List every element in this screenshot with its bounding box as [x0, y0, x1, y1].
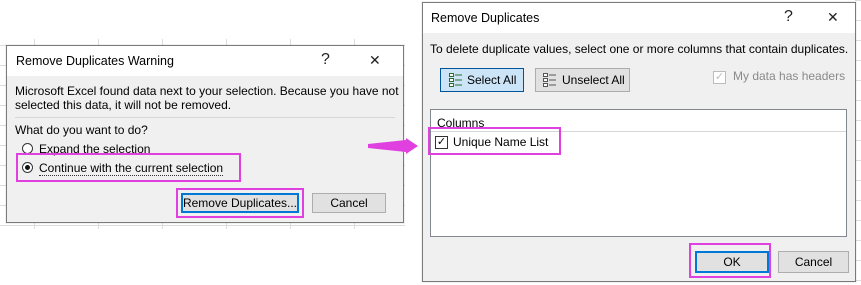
- cancel-button-label: Cancel: [330, 196, 368, 210]
- main-title: Remove Duplicates: [431, 11, 540, 25]
- unselect-all-button[interactable]: Unselect All: [535, 68, 630, 92]
- select-all-button[interactable]: Select All: [440, 68, 524, 92]
- warning-message-line1: Microsoft Excel found data next to your …: [15, 84, 399, 98]
- close-icon[interactable]: ✕: [369, 51, 381, 69]
- highlight-remove-button: [176, 188, 304, 218]
- warning-title: Remove Duplicates Warning: [16, 54, 174, 68]
- warning-titlebar: Remove Duplicates Warning ? ✕: [7, 46, 403, 76]
- help-button[interactable]: ?: [784, 8, 793, 26]
- main-titlebar: Remove Duplicates ? ✕: [423, 3, 855, 33]
- cancel-button-label: Cancel: [794, 255, 833, 269]
- highlight-unique-name-list: [428, 127, 561, 155]
- unselect-all-label: Unselect All: [562, 73, 625, 87]
- remove-duplicates-warning-dialog: Remove Duplicates Warning ? ✕ Microsoft …: [6, 45, 404, 223]
- arrow-right-icon: [368, 138, 418, 154]
- cancel-button[interactable]: Cancel: [312, 193, 386, 213]
- select-all-icon: [449, 73, 462, 87]
- my-data-has-headers-check[interactable]: ✓: [713, 71, 726, 84]
- select-all-label: Select All: [467, 73, 517, 87]
- highlight-continue-option: [16, 153, 241, 182]
- remove-duplicates-dialog: Remove Duplicates ? ✕ To delete duplicat…: [422, 2, 856, 282]
- unselect-all-icon: [543, 73, 556, 87]
- my-data-has-headers-label: My data has headers: [733, 69, 846, 83]
- warning-question: What do you want to do?: [15, 123, 148, 137]
- instruction-text: To delete duplicate values, select one o…: [430, 42, 849, 56]
- highlight-ok-button: [689, 243, 771, 278]
- help-button[interactable]: ?: [321, 51, 330, 69]
- warning-message-line2: selected this data, it will not be remov…: [15, 98, 232, 112]
- cancel-button[interactable]: Cancel: [778, 251, 849, 273]
- warning-separator: [15, 117, 395, 118]
- close-icon[interactable]: ✕: [827, 8, 839, 26]
